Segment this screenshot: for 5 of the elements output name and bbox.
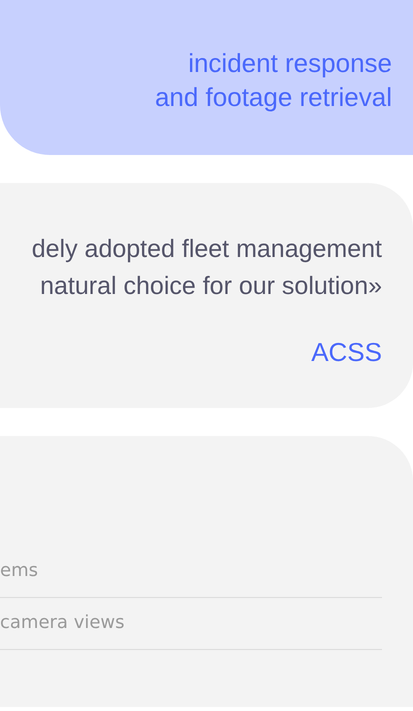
feature-item: ems (0, 560, 38, 581)
hero-subheading: incident response and footage retrieval (154, 47, 392, 114)
feature-item: camera views (0, 612, 125, 633)
testimonial-quote: dely adopted fleet management natural choice for our solution» (32, 234, 382, 302)
testimonial-author: ACSS (311, 337, 382, 368)
